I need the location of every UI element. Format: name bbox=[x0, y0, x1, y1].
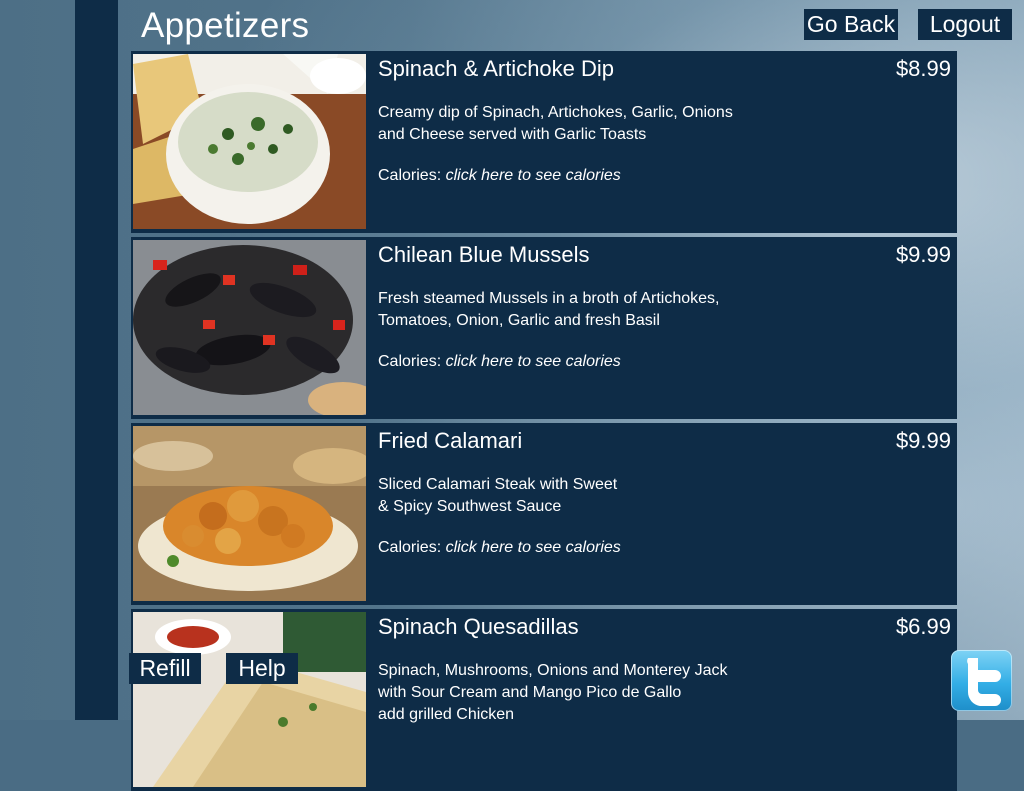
calories-link[interactable]: click here to see calories bbox=[446, 539, 621, 556]
item-name: Chilean Blue Mussels bbox=[378, 242, 590, 267]
dish-photo-spinach-dip bbox=[133, 54, 366, 229]
calories-label: Calories: bbox=[378, 167, 442, 184]
item-price: $6.99 bbox=[895, 614, 951, 639]
description-line: add grilled Chicken bbox=[378, 706, 515, 723]
go-back-button[interactable]: Go Back bbox=[804, 9, 898, 40]
item-description: Creamy dip of Spinach, Artichokes, Garli… bbox=[378, 102, 778, 146]
item-name: Spinach Quesadillas bbox=[378, 614, 579, 639]
page-title: Appetizers bbox=[141, 6, 310, 45]
calories-row: Calories: click here to see calories bbox=[378, 167, 621, 185]
menu-item[interactable]: Spinach Quesadillas $6.99 Spinach, Mushr… bbox=[131, 609, 957, 791]
item-description: Sliced Calamari Steak with Sweet & Spicy… bbox=[378, 474, 778, 518]
calories-label: Calories: bbox=[378, 539, 442, 556]
calories-link[interactable]: click here to see calories bbox=[446, 353, 621, 370]
dish-photo-quesadillas bbox=[133, 612, 366, 787]
item-name: Spinach & Artichoke Dip bbox=[378, 56, 615, 81]
left-sidebar-strip bbox=[75, 0, 118, 720]
menu-item[interactable]: Spinach & Artichoke Dip $8.99 Creamy dip… bbox=[131, 51, 957, 233]
calories-label: Calories: bbox=[378, 353, 442, 370]
description-line: Tomatoes, Onion, Garlic and fresh Basil bbox=[378, 312, 660, 329]
calories-row: Calories: click here to see calories bbox=[378, 539, 621, 557]
calories-row: Calories: click here to see calories bbox=[378, 353, 621, 371]
item-name: Fried Calamari bbox=[378, 428, 523, 453]
menu-item[interactable]: Chilean Blue Mussels $9.99 Fresh steamed… bbox=[131, 237, 957, 419]
item-price: $9.99 bbox=[895, 428, 951, 453]
help-button[interactable]: Help bbox=[226, 653, 298, 684]
description-line: Creamy dip of Spinach, Artichokes, Garli… bbox=[378, 104, 733, 121]
description-line: and Cheese served with Garlic Toasts bbox=[378, 126, 647, 143]
item-description: Fresh steamed Mussels in a broth of Arti… bbox=[378, 288, 778, 332]
dish-photo-calamari bbox=[133, 426, 366, 601]
description-line: Spinach, Mushrooms, Onions and Monterey … bbox=[378, 662, 728, 679]
item-price: $9.99 bbox=[895, 242, 951, 267]
description-line: with Sour Cream and Mango Pico de Gallo bbox=[378, 684, 682, 701]
description-line: Fresh steamed Mussels in a broth of Arti… bbox=[378, 290, 720, 307]
description-line: Sliced Calamari Steak with Sweet bbox=[378, 476, 618, 493]
refill-button[interactable]: Refill bbox=[129, 653, 201, 684]
logout-button[interactable]: Logout bbox=[918, 9, 1012, 40]
item-price: $8.99 bbox=[895, 56, 951, 81]
twitter-icon[interactable] bbox=[951, 650, 1012, 711]
item-description: Spinach, Mushrooms, Onions and Monterey … bbox=[378, 660, 778, 726]
twitter-t-glyph bbox=[967, 658, 1001, 706]
calories-link[interactable]: click here to see calories bbox=[446, 167, 621, 184]
dish-photo-mussels bbox=[133, 240, 366, 415]
description-line: & Spicy Southwest Sauce bbox=[378, 498, 562, 515]
menu-item[interactable]: Fried Calamari $9.99 Sliced Calamari Ste… bbox=[131, 423, 957, 605]
